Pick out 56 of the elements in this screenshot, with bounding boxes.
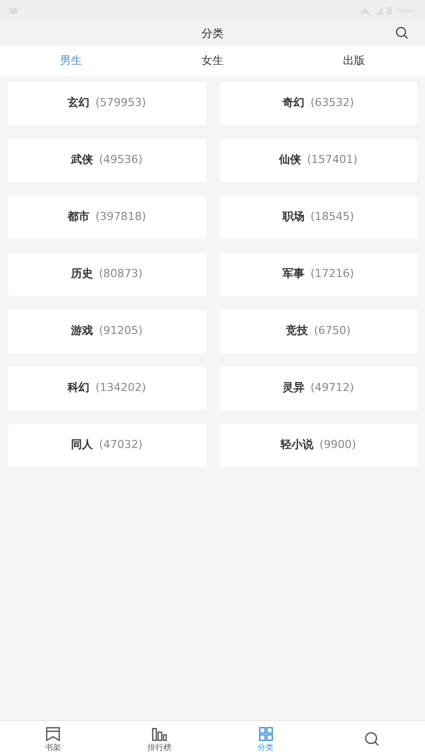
search-button[interactable] [395,26,409,40]
page-title: 分类 [202,26,224,42]
category-card[interactable]: 同人 (47032) [8,424,206,467]
category-name: 轻小说 [280,437,314,454]
category-card[interactable]: 玄幻 (579953) [8,82,206,125]
grid-icon [256,724,275,742]
category-count: (579953) [95,95,146,112]
category-card[interactable]: 游戏 (91205) [8,310,206,353]
category-card[interactable]: 武侠 (49536) [8,139,206,182]
category-count: (63532) [310,95,354,112]
category-name: 军事 [282,266,304,282]
category-count: (49536) [98,152,143,168]
category-count: (49712) [310,380,354,396]
category-name: 竞技 [286,323,308,340]
category-count: (17216) [310,266,354,282]
category-count: (157401) [306,152,358,168]
category-count: (9900) [319,437,356,454]
nav-item[interactable]: 分类 [212,721,319,756]
nav-label: 书架 [45,742,62,752]
category-name: 都市 [67,209,90,226]
category-name: 历史 [70,266,93,282]
category-name: 玄幻 [67,95,90,112]
search-icon [362,730,381,748]
category-card[interactable]: 灵异 (49712) [220,367,417,410]
search-icon [395,26,409,40]
category-count: (397818) [95,209,146,226]
category-name: 职场 [282,209,304,226]
nav-label: 分类 [258,742,274,752]
category-count: (80873) [98,266,143,282]
category-card[interactable]: 仙侠 (157401) [220,139,417,182]
category-name: 武侠 [70,152,93,168]
category-name: 仙侠 [278,152,301,168]
category-card[interactable]: 都市 (397818) [8,196,206,239]
category-tab[interactable]: 出版 [283,46,425,76]
category-card[interactable]: 科幻 (134202) [8,367,206,410]
category-name: 游戏 [70,323,93,340]
category-card[interactable]: 职场 (18545) [220,196,417,239]
category-count: (134202) [95,380,146,396]
category-tab[interactable]: 女生 [142,46,284,76]
category-count: (18545) [310,209,354,226]
category-card[interactable]: 奇幻 (63532) [220,82,417,125]
nav-label: 排行榜 [147,742,172,752]
category-card[interactable]: 轻小说 (9900) [220,424,417,467]
category-card[interactable]: 军事 (17216) [220,253,417,296]
category-name: 奇幻 [282,95,304,112]
category-count: (91205) [98,323,143,340]
category-count: (6750) [314,323,351,340]
category-count: (47032) [98,437,143,454]
category-name: 科幻 [67,380,90,396]
category-card[interactable]: 历史 (80873) [8,253,206,296]
bookmark-icon [44,724,62,742]
nav-item[interactable]: 排行榜 [106,721,212,756]
category-card[interactable]: 竞技 (6750) [220,310,417,353]
nav-item[interactable]: 书架 [0,721,106,756]
category-name: 同人 [70,437,93,454]
category-name: 灵异 [282,380,304,396]
